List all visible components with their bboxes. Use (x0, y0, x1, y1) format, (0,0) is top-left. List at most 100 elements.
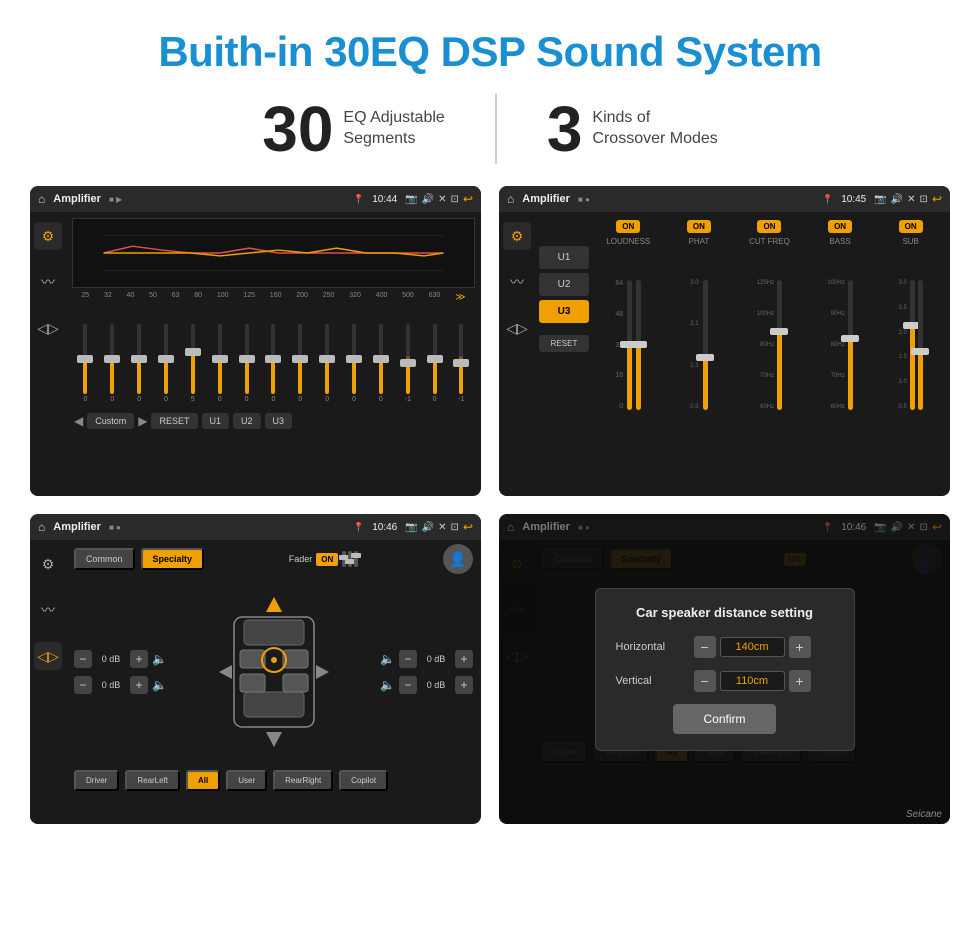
screen3-topbar: ⌂ Amplifier ■ ● 📍 10:46 📷 🔊 ✕ ⊡ ↩ (30, 514, 481, 540)
wave-icon-2[interactable]: 〰 (503, 268, 531, 296)
horizontal-plus[interactable]: + (789, 636, 811, 658)
phat-toggle[interactable]: ON (687, 220, 711, 233)
eq-slider-9[interactable]: 0 (318, 324, 336, 403)
next-arrow[interactable]: ▶ (138, 414, 147, 428)
prev-arrow[interactable]: ◀ (74, 414, 83, 428)
u3-btn[interactable]: U3 (265, 413, 293, 429)
volume-ctrl-icon-2[interactable]: ◁▷ (503, 314, 531, 342)
vertical-minus[interactable]: − (694, 670, 716, 692)
eq-icon-3[interactable]: ⚙ (34, 550, 62, 578)
horizontal-minus[interactable]: − (694, 636, 716, 658)
confirm-button[interactable]: Confirm (673, 704, 775, 734)
bass-toggle[interactable]: ON (828, 220, 852, 233)
fader-sliders[interactable] (342, 551, 358, 567)
eq-slider-14[interactable]: -1 (452, 324, 470, 403)
top-left-plus[interactable]: + (130, 650, 148, 668)
preset-u3-active[interactable]: U3 (539, 300, 589, 323)
cutfreq-slider[interactable] (777, 280, 782, 410)
rearleft-btn-3[interactable]: RearLeft (125, 770, 180, 791)
eq-slider-12[interactable]: -1 (399, 324, 417, 403)
volume-icon-2: 🔊 (891, 194, 903, 205)
top-right-minus[interactable]: − (399, 650, 417, 668)
eq-number: 30 (262, 97, 333, 161)
home-icon-2[interactable]: ⌂ (507, 192, 514, 206)
u1-btn[interactable]: U1 (202, 413, 230, 429)
eq-slider-5[interactable]: 0 (211, 324, 229, 403)
copilot-btn-3[interactable]: Copilot (339, 770, 388, 791)
bottom-left-plus[interactable]: + (130, 676, 148, 694)
window-icon-3: ⊡ (451, 522, 459, 533)
eq-slider-4[interactable]: 5 (184, 324, 202, 403)
eq-sliders[interactable]: 0 0 0 0 5 0 0 0 0 0 0 0 -1 0 -1 (72, 307, 475, 407)
back-icon-2[interactable]: ↩ (932, 192, 942, 206)
camera-icon: 📷 (405, 194, 417, 205)
back-icon-3[interactable]: ↩ (463, 520, 473, 534)
close-icon-2[interactable]: ✕ (907, 194, 915, 205)
rearright-btn-3[interactable]: RearRight (273, 770, 333, 791)
fader-on[interactable]: ON (316, 553, 338, 566)
eq-slider-2[interactable]: 0 (130, 324, 148, 403)
eq-slider-8[interactable]: 0 (291, 324, 309, 403)
sub-slider2[interactable] (918, 280, 923, 410)
driver-btn-3[interactable]: Driver (74, 770, 119, 791)
screen2-crossover: ⌂ Amplifier ■ ● 📍 10:45 📷 🔊 ✕ ⊡ ↩ ⚙ 〰 ◁▷ (499, 186, 950, 496)
vertical-plus[interactable]: + (789, 670, 811, 692)
eq-icon[interactable]: ⚙ (34, 222, 62, 250)
band-bass: ON BASS 100Hz90Hz80Hz70Hz60Hz (809, 220, 872, 488)
eq-slider-11[interactable]: 0 (372, 324, 390, 403)
close-icon[interactable]: ✕ (438, 194, 446, 205)
eq-icon-2[interactable]: ⚙ (503, 222, 531, 250)
all-btn-3[interactable]: All (186, 770, 220, 791)
back-icon[interactable]: ↩ (463, 192, 473, 206)
close-icon-3[interactable]: ✕ (438, 522, 446, 533)
volume-ctrl-icon[interactable]: ◁▷ (34, 314, 62, 342)
user-btn-3[interactable]: User (226, 770, 267, 791)
vertical-value: 110cm (720, 671, 785, 691)
bottom-left-db-control: − 0 dB + 🔈 (74, 676, 167, 694)
loudness-slider2[interactable] (636, 280, 641, 410)
bottom-right-minus[interactable]: − (399, 676, 417, 694)
home-icon[interactable]: ⌂ (38, 192, 45, 206)
wave-icon-3[interactable]: 〰 (34, 596, 62, 624)
loudness-toggle[interactable]: ON (616, 220, 640, 233)
horizontal-row: Horizontal − 140cm + (616, 636, 834, 658)
eq-slider-1[interactable]: 0 (103, 324, 121, 403)
preset-u2[interactable]: U2 (539, 273, 589, 296)
volume-ctrl-icon-3[interactable]: ◁▷ (34, 642, 62, 670)
crossover-main: U1 U2 U3 RESET ON LOUDNESS 644832160 (535, 212, 950, 496)
eq-desc-line2: Segments (343, 129, 444, 150)
camera-icon-3: 📷 (405, 522, 417, 533)
u2-btn[interactable]: U2 (233, 413, 261, 429)
sub-toggle[interactable]: ON (899, 220, 923, 233)
screen2-body: ⚙ 〰 ◁▷ U1 U2 U3 RESET ON LOUDNESS (499, 212, 950, 496)
crossover-sliders: ON LOUDNESS 644832160 (593, 216, 946, 492)
bass-slider[interactable] (848, 280, 853, 410)
eq-slider-7[interactable]: 0 (264, 324, 282, 403)
phat-slider[interactable] (703, 280, 708, 410)
cutfreq-toggle[interactable]: ON (757, 220, 781, 233)
preset-u1[interactable]: U1 (539, 246, 589, 269)
bottom-left-minus[interactable]: − (74, 676, 92, 694)
window-icon: ⊡ (451, 194, 459, 205)
bottom-right-plus[interactable]: + (455, 676, 473, 694)
sub-slider1[interactable] (910, 280, 915, 410)
page-title: Buith-in 30EQ DSP Sound System (0, 0, 980, 94)
top-left-minus[interactable]: − (74, 650, 92, 668)
home-icon-3[interactable]: ⌂ (38, 520, 45, 534)
wave-icon[interactable]: 〰 (34, 268, 62, 296)
band-phat: ON PHAT 3.02.11.30.5 (668, 220, 731, 488)
custom-btn[interactable]: Custom (87, 413, 134, 429)
fader-sl-3[interactable] (354, 551, 358, 567)
specialty-btn-3[interactable]: Specialty (141, 548, 205, 570)
eq-slider-13[interactable]: 0 (426, 324, 444, 403)
reset-btn[interactable]: RESET (151, 413, 197, 429)
eq-slider-3[interactable]: 0 (157, 324, 175, 403)
top-right-plus[interactable]: + (455, 650, 473, 668)
common-btn-3[interactable]: Common (74, 548, 135, 570)
preset-reset[interactable]: RESET (539, 335, 589, 352)
eq-slider-0[interactable]: 0 (76, 324, 94, 403)
topbar-icons-2-group: 📷 🔊 ✕ ⊡ ↩ (874, 192, 942, 206)
user-profile-icon-3[interactable]: 👤 (443, 544, 473, 574)
eq-slider-10[interactable]: 0 (345, 324, 363, 403)
eq-slider-6[interactable]: 0 (238, 324, 256, 403)
